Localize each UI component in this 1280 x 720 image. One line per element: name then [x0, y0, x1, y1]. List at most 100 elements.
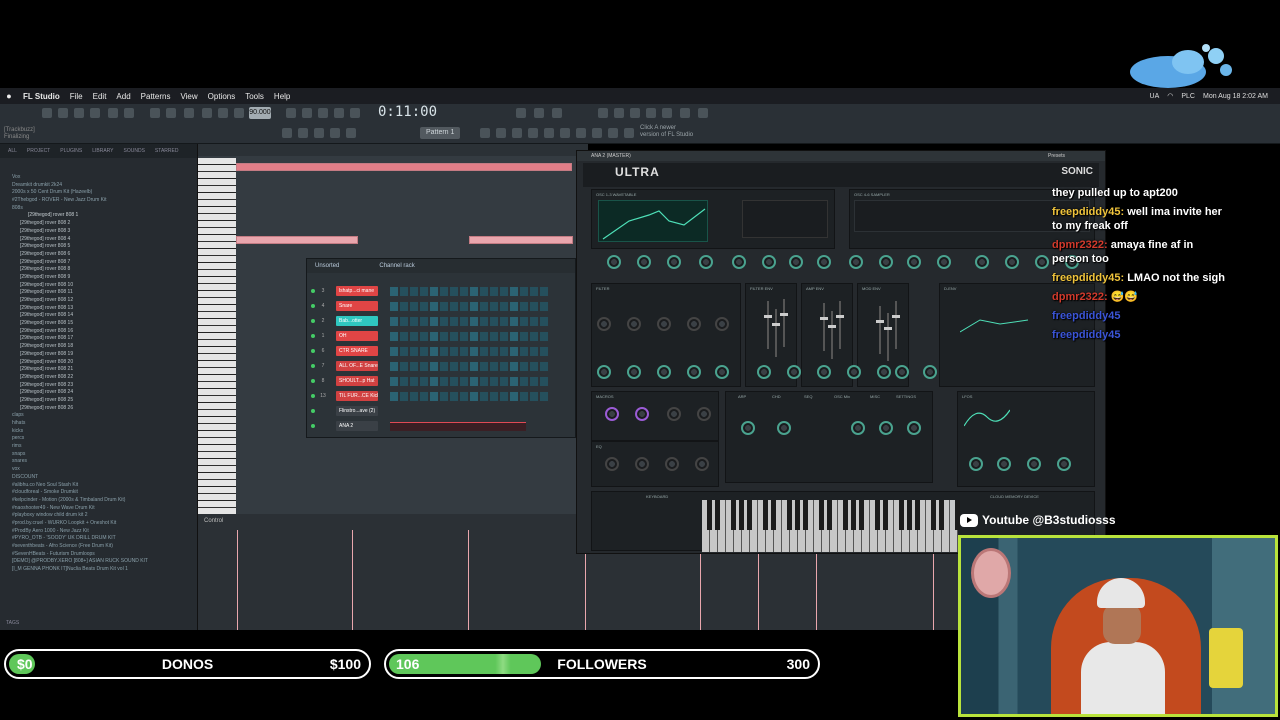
- step-button[interactable]: [410, 346, 418, 356]
- apple-icon[interactable]: ●: [0, 91, 18, 101]
- channel-mute-led[interactable]: [311, 379, 315, 383]
- step-button[interactable]: [430, 301, 438, 311]
- channel-row[interactable]: 1 OH: [311, 330, 548, 342]
- step-button[interactable]: [480, 376, 488, 386]
- synth-knob[interactable]: [657, 365, 671, 379]
- menu-app-name[interactable]: FL Studio: [18, 92, 65, 101]
- step-button[interactable]: [400, 286, 408, 296]
- toolbar-button[interactable]: [124, 108, 134, 118]
- toolbar-button[interactable]: [528, 128, 538, 138]
- browser-tab-all[interactable]: ALL: [8, 144, 17, 158]
- step-button[interactable]: [440, 331, 448, 341]
- step-button[interactable]: [510, 331, 518, 341]
- envelope-graph[interactable]: [960, 314, 1030, 334]
- black-key[interactable]: [731, 500, 736, 530]
- browser-folder[interactable]: rims: [0, 443, 197, 451]
- black-key[interactable]: [939, 500, 944, 530]
- channel-mixer-track[interactable]: 3: [318, 288, 328, 294]
- step-button[interactable]: [490, 391, 498, 401]
- channel-button[interactable]: SHOULT...p Hat: [336, 376, 378, 386]
- step-button[interactable]: [450, 346, 458, 356]
- toolbar-button[interactable]: [282, 128, 292, 138]
- step-button[interactable]: [400, 346, 408, 356]
- browser-tab-sounds[interactable]: SOUNDS: [124, 144, 145, 158]
- step-button[interactable]: [460, 361, 468, 371]
- browser-file[interactable]: [29thegod] rover 808 2: [0, 220, 197, 228]
- step-button[interactable]: [430, 346, 438, 356]
- velocity-bar[interactable]: [468, 530, 469, 630]
- channel-mute-led[interactable]: [311, 349, 315, 353]
- synth-knob[interactable]: [667, 255, 681, 269]
- toolbar-button[interactable]: [350, 108, 360, 118]
- step-button[interactable]: [510, 361, 518, 371]
- note[interactable]: [236, 236, 358, 244]
- step-button[interactable]: [410, 286, 418, 296]
- step-button[interactable]: [440, 361, 448, 371]
- step-button[interactable]: [400, 391, 408, 401]
- control-lane[interactable]: Control: [198, 514, 588, 630]
- toolbar-button[interactable]: [512, 128, 522, 138]
- step-button[interactable]: [420, 346, 428, 356]
- toolbar-button[interactable]: [234, 108, 244, 118]
- step-button[interactable]: [460, 331, 468, 341]
- browser-file[interactable]: [29thegod] rover 808 6: [0, 251, 197, 259]
- toolbar-button[interactable]: [318, 108, 328, 118]
- black-key[interactable]: [827, 500, 832, 530]
- synth-knob[interactable]: [895, 365, 909, 379]
- step-sequencer[interactable]: [390, 331, 548, 341]
- synth-knob[interactable]: [699, 255, 713, 269]
- synth-knob[interactable]: [937, 255, 951, 269]
- step-button[interactable]: [520, 376, 528, 386]
- browser-tab-project[interactable]: PROJECT: [27, 144, 50, 158]
- channel-mute-led[interactable]: [311, 424, 315, 428]
- menu-patterns[interactable]: Patterns: [136, 92, 176, 101]
- browser-file[interactable]: [29thegod] rover 808 16: [0, 328, 197, 336]
- step-button[interactable]: [420, 376, 428, 386]
- step-button[interactable]: [500, 376, 508, 386]
- step-button[interactable]: [390, 391, 398, 401]
- step-button[interactable]: [390, 316, 398, 326]
- browser-file[interactable]: [29thegod] rover 808 24: [0, 389, 197, 397]
- browser-folder[interactable]: Vox: [0, 174, 197, 182]
- step-button[interactable]: [500, 316, 508, 326]
- piano-roll-preview[interactable]: [390, 421, 526, 431]
- synth-knob[interactable]: [741, 421, 755, 435]
- step-button[interactable]: [470, 346, 478, 356]
- step-button[interactable]: [540, 361, 548, 371]
- browser-folder[interactable]: 2000s x 50 Cent Drum Kit (Hazeelb): [0, 189, 197, 197]
- channel-button[interactable]: TIL FUR...CE Kick: [336, 391, 378, 401]
- synth-knob[interactable]: [597, 365, 611, 379]
- browser-file[interactable]: [29thegod] rover 808 12: [0, 297, 197, 305]
- channel-mute-led[interactable]: [311, 364, 315, 368]
- menu-tools[interactable]: Tools: [240, 92, 269, 101]
- step-button[interactable]: [410, 376, 418, 386]
- synth-knob[interactable]: [1027, 457, 1041, 471]
- step-button[interactable]: [500, 331, 508, 341]
- synth-knob[interactable]: [627, 365, 641, 379]
- envelope-fader[interactable]: [836, 301, 844, 349]
- channel-button[interactable]: CTR SNARE: [336, 346, 378, 356]
- step-button[interactable]: [510, 346, 518, 356]
- channel-mixer-track[interactable]: 4: [318, 303, 328, 309]
- browser-file[interactable]: [29thegod] rover 808 21: [0, 366, 197, 374]
- toolbar-button[interactable]: [680, 108, 690, 118]
- step-button[interactable]: [520, 316, 528, 326]
- synth-knob[interactable]: [627, 317, 641, 331]
- step-button[interactable]: [530, 331, 538, 341]
- step-button[interactable]: [540, 376, 548, 386]
- toolbar-button[interactable]: [516, 108, 526, 118]
- black-key[interactable]: [819, 500, 824, 530]
- channel-row[interactable]: 6 CTR SNARE: [311, 345, 548, 357]
- velocity-bar[interactable]: [237, 530, 238, 630]
- toolbar-button[interactable]: [346, 128, 356, 138]
- lfo-shape[interactable]: [964, 406, 1010, 428]
- step-button[interactable]: [500, 286, 508, 296]
- browser-folder[interactable]: DISCOUNT: [0, 474, 197, 482]
- step-button[interactable]: [530, 286, 538, 296]
- channel-mixer-track[interactable]: 7: [318, 363, 328, 369]
- toolbar-button[interactable]: [330, 128, 340, 138]
- tempo-display[interactable]: 90.000: [249, 107, 271, 119]
- browser-folder[interactable]: #seventhbeats - Afro Science (Free Drum …: [0, 543, 197, 551]
- step-sequencer[interactable]: [390, 316, 548, 326]
- step-button[interactable]: [420, 331, 428, 341]
